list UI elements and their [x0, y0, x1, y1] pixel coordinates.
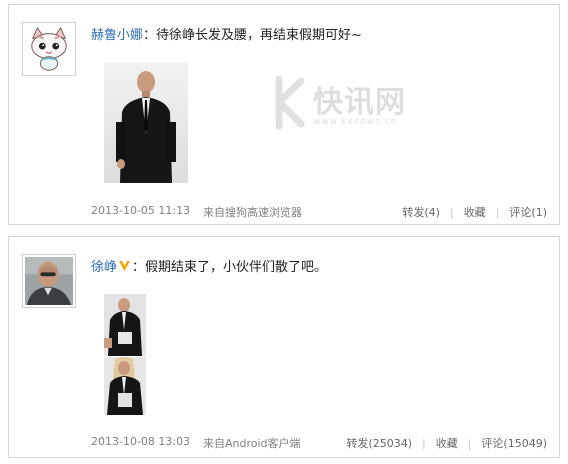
post-actions: 转发(25034) | 收藏 | 评论(15049)	[346, 435, 547, 451]
divider: |	[421, 437, 426, 450]
colon: ：	[143, 28, 157, 43]
user-photo-avatar-icon	[25, 257, 73, 305]
comment-button[interactable]: 评论(1)	[509, 206, 547, 219]
post-source[interactable]: 来自Android客户端	[203, 435, 301, 451]
weibo-post-card: 徐峥 ：假期结束了，小伙伴们散了吧。 2013-10-08 13:03 来自And…	[8, 236, 560, 458]
post-photo[interactable]	[104, 357, 146, 415]
favorite-button[interactable]: 收藏	[436, 437, 458, 450]
post-content: 徐峥 ：假期结束了，小伙伴们散了吧。	[91, 256, 327, 275]
post-photo[interactable]	[104, 294, 146, 356]
divider: |	[467, 437, 472, 450]
username-link[interactable]: 赫鲁小娜	[91, 28, 143, 43]
favorite-button[interactable]: 收藏	[464, 206, 486, 219]
post-text: 待徐峥长发及腰，再结束假期可好~	[156, 28, 362, 43]
post-time[interactable]: 2013-10-08 13:03	[91, 435, 190, 448]
post-content: 赫鲁小娜：待徐峥长发及腰，再结束假期可好~	[91, 24, 362, 43]
verified-v-icon[interactable]	[118, 260, 131, 272]
cartoon-cat-avatar-icon	[25, 25, 73, 73]
repost-button[interactable]: 转发(4)	[402, 206, 440, 219]
watermark-logo-icon	[275, 75, 305, 130]
comment-button[interactable]: 评论(15049)	[481, 437, 547, 450]
divider: |	[495, 206, 500, 219]
user-avatar[interactable]	[22, 254, 76, 308]
username-link[interactable]: 徐峥	[91, 260, 117, 275]
watermark: 快讯网 www.kxnews.cn	[271, 75, 421, 135]
repost-button[interactable]: 转发(25034)	[346, 437, 412, 450]
weibo-post-card: 赫鲁小娜：待徐峥长发及腰，再结束假期可好~ 快讯网 www.kxnews.cn …	[8, 4, 560, 225]
post-actions: 转发(4) | 收藏 | 评论(1)	[402, 204, 547, 220]
post-time[interactable]: 2013-10-05 11:13	[91, 204, 190, 217]
user-avatar[interactable]	[22, 22, 76, 76]
watermark-url: www.kxnews.cn	[313, 117, 398, 127]
watermark-brand: 快讯网	[313, 85, 406, 120]
post-footer: 2013-10-08 13:03 来自Android客户端 转发(25034) |…	[91, 435, 547, 451]
post-text: 假期结束了，小伙伴们散了吧。	[145, 260, 328, 275]
post-source[interactable]: 来自搜狗高速浏览器	[203, 204, 302, 220]
colon: ：	[132, 260, 146, 275]
post-photo[interactable]	[104, 62, 188, 183]
post-footer: 2013-10-05 11:13 来自搜狗高速浏览器 转发(4) | 收藏 | 评论(1…	[91, 204, 547, 220]
divider: |	[449, 206, 454, 219]
